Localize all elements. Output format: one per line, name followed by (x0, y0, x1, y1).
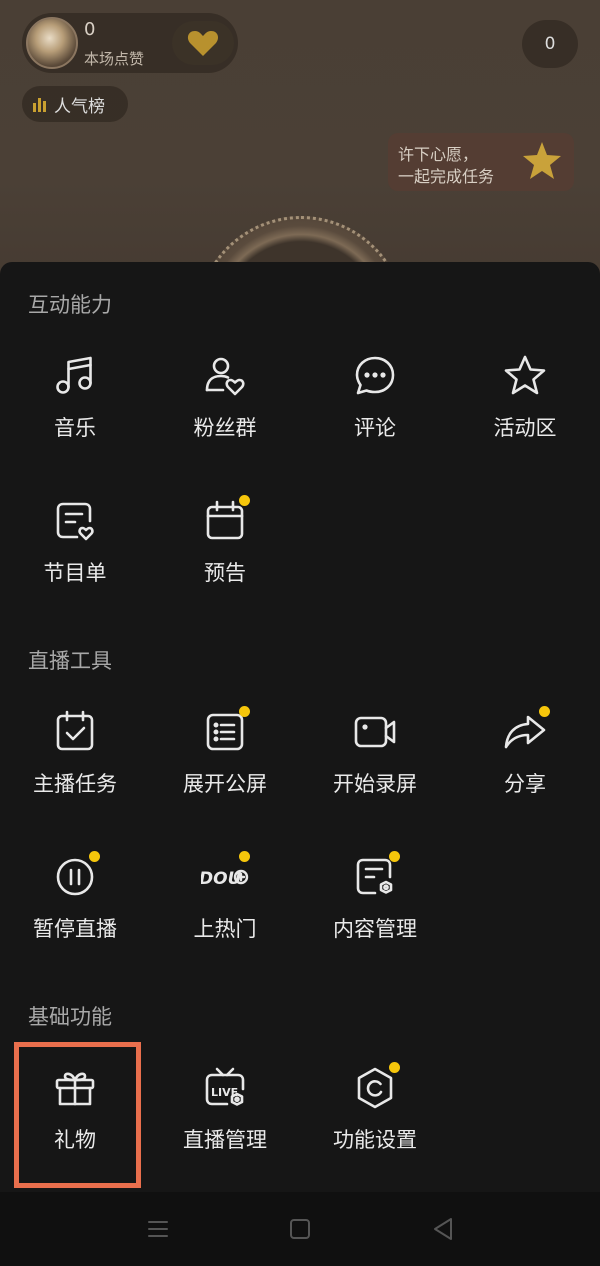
fan-group-icon (201, 352, 249, 400)
notification-dot (239, 706, 250, 717)
item-music[interactable]: 音乐 (0, 352, 150, 472)
follow-button[interactable] (172, 21, 234, 65)
home-square-icon (290, 1219, 310, 1239)
wish-line1: 许下心愿， (398, 145, 479, 164)
like-label: 本场点赞 (84, 50, 145, 68)
item-label: 功能设置 (333, 1128, 417, 1152)
notification-dot (539, 706, 550, 717)
item-host-task[interactable]: 主播任务 (0, 708, 150, 828)
item-label: 开始录屏 (333, 772, 417, 796)
item-label: 预告 (204, 561, 246, 585)
notification-dot (239, 851, 250, 862)
notification-dot (389, 851, 400, 862)
heart-icon (187, 31, 219, 56)
task-icon (51, 708, 99, 756)
item-share[interactable]: 分享 (450, 706, 600, 828)
item-live-manage[interactable]: LIVE 直播管理 (150, 1064, 300, 1184)
home-nav-button[interactable] (287, 1216, 313, 1242)
item-comment[interactable]: 评论 (300, 352, 450, 472)
wish-star-icon (523, 142, 561, 179)
live-manage-icon: LIVE (201, 1064, 249, 1112)
item-content-manage[interactable]: 内容管理 (300, 851, 450, 973)
wish-line2: 一起完成任务 (398, 167, 495, 186)
menu-nav-button[interactable] (145, 1216, 171, 1242)
viewer-count[interactable]: 0 (522, 20, 578, 68)
section-title-interactive: 互动能力 (28, 293, 112, 317)
section-title-basic: 基础功能 (28, 1005, 112, 1029)
notification-dot (89, 851, 100, 862)
star-icon (501, 352, 549, 400)
item-label: 内容管理 (333, 917, 417, 941)
item-label: 评论 (354, 416, 396, 440)
item-dou-plus[interactable]: DOU 上热门 (150, 851, 300, 973)
section-title-tools: 直播工具 (28, 649, 112, 673)
popularity-rank[interactable]: 人气榜 (22, 86, 128, 122)
comment-icon (351, 352, 399, 400)
item-screen-record[interactable]: 开始录屏 (300, 708, 450, 828)
item-label: 展开公屏 (183, 772, 267, 796)
item-pause-live[interactable]: 暂停直播 (0, 851, 150, 973)
gift-highlight-box (14, 1042, 141, 1188)
item-preview[interactable]: 预告 (150, 495, 300, 617)
notification-dot (239, 495, 250, 506)
item-activity-zone[interactable]: 活动区 (450, 352, 600, 472)
item-function-settings[interactable]: 功能设置 (300, 1062, 450, 1184)
svg-text:LIVE: LIVE (211, 1086, 238, 1099)
item-label: 活动区 (493, 416, 557, 440)
item-public-screen[interactable]: 展开公屏 (150, 706, 300, 828)
back-nav-button[interactable] (430, 1216, 456, 1242)
rank-label: 人气榜 (54, 96, 105, 117)
item-program-list[interactable]: 节目单 (0, 497, 150, 617)
item-label: 粉丝群 (193, 416, 257, 440)
live-room-background: 0 本场点赞 0 人气榜 许下心愿， 一起完成任务 (0, 0, 600, 300)
item-label: 主播任务 (33, 772, 117, 796)
item-label: 音乐 (54, 416, 96, 440)
host-info-pill[interactable]: 0 本场点赞 (22, 13, 238, 73)
host-avatar[interactable] (26, 17, 78, 69)
like-count: 0 (84, 19, 96, 40)
item-label: 分享 (504, 772, 546, 796)
program-list-icon (51, 497, 99, 545)
item-label: 直播管理 (183, 1128, 267, 1152)
item-label: 上热门 (193, 917, 257, 941)
system-navigation-bar (0, 1192, 600, 1266)
item-label: 节目单 (43, 561, 107, 585)
item-label: 暂停直播 (33, 917, 117, 941)
wish-card[interactable]: 许下心愿， 一起完成任务 (388, 133, 574, 191)
item-fan-group[interactable]: 粉丝群 (150, 352, 300, 472)
bar-chart-icon (33, 98, 46, 112)
music-icon (51, 352, 99, 400)
record-icon (351, 708, 399, 756)
menu-icon (148, 1221, 168, 1237)
back-triangle-icon (434, 1218, 452, 1240)
notification-dot (389, 1062, 400, 1073)
